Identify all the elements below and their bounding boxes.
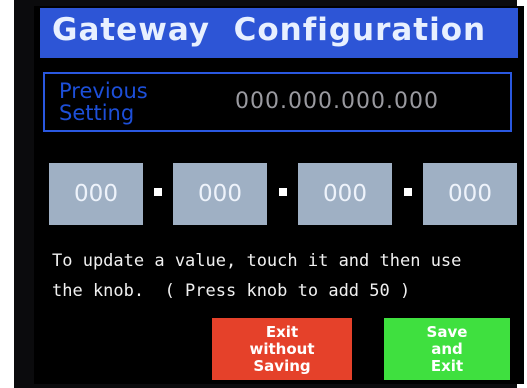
instructions-text: To update a value, touch it and then use… (52, 246, 522, 306)
octet-2-button[interactable]: 000 (173, 163, 267, 225)
device-bezel: Gateway Configuration Previous Setting 0… (14, 0, 524, 388)
previous-setting-label-line1: Previous (59, 79, 148, 103)
previous-setting-panel: Previous Setting 000.000.000.000 (43, 72, 512, 132)
save-button-line3: Exit (430, 356, 464, 375)
title-bar: Gateway Configuration (40, 8, 518, 58)
exit-button-line2: without (249, 339, 315, 358)
octet-separator-dot (404, 188, 412, 196)
octet-1-button[interactable]: 000 (49, 163, 143, 225)
previous-setting-label-line2: Setting (59, 101, 135, 125)
exit-button-line3: Saving (253, 356, 311, 375)
octet-separator-dot (279, 188, 287, 196)
exit-without-saving-button[interactable]: Exit without Saving (212, 318, 352, 380)
save-button-line1: Save (426, 322, 468, 341)
octet-3-button[interactable]: 000 (298, 163, 392, 225)
octet-separator-dot (154, 188, 162, 196)
save-and-exit-button[interactable]: Save and Exit (384, 318, 510, 380)
previous-setting-label: Previous Setting (59, 80, 199, 124)
octet-4-button[interactable]: 000 (423, 163, 517, 225)
save-button-line2: and (431, 339, 463, 358)
instructions-line2: the knob. ( Press knob to add 50 ) (52, 281, 411, 301)
instructions-line1: To update a value, touch it and then use (52, 251, 462, 271)
exit-button-line1: Exit (265, 322, 299, 341)
touch-screen: Gateway Configuration Previous Setting 0… (34, 6, 524, 384)
page-title: Gateway Configuration (52, 12, 487, 48)
previous-setting-value: 000.000.000.000 (235, 89, 439, 114)
